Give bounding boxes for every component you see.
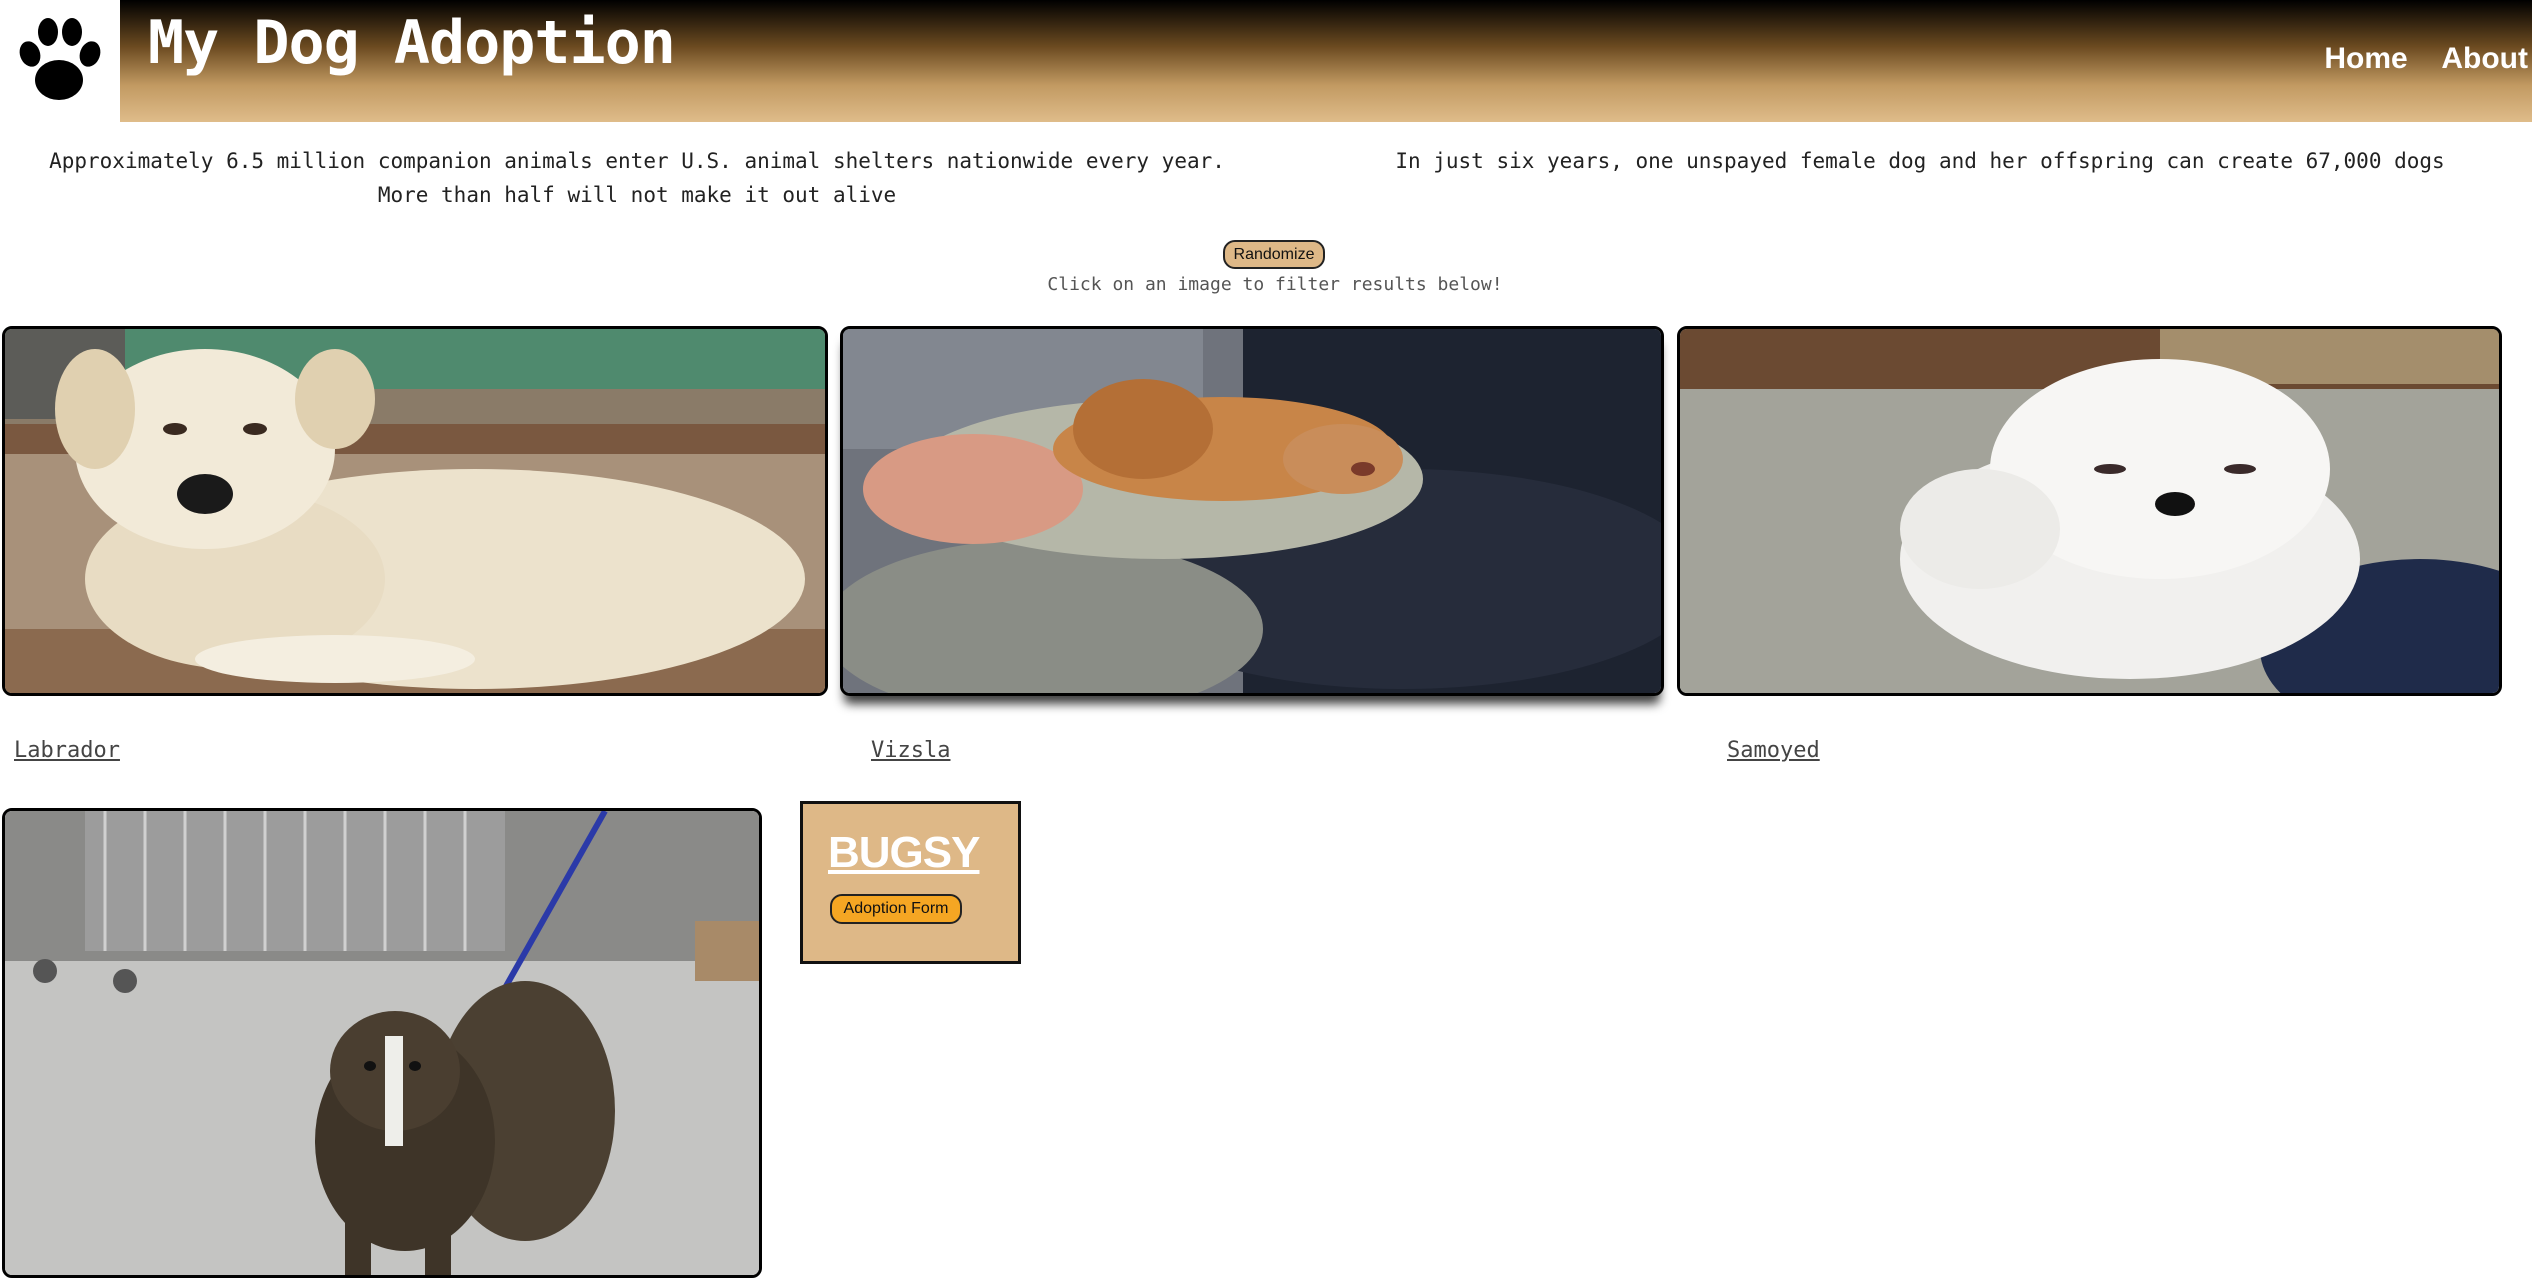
randomize-button[interactable]: Randomize — [1223, 240, 1325, 269]
logo[interactable] — [0, 0, 120, 122]
offspring-fact: In just six years, one unspayed female d… — [1395, 149, 2445, 173]
breed-link-vizsla[interactable]: Vizsla — [871, 738, 950, 763]
nav-home-link[interactable]: Home — [2324, 42, 2407, 75]
breed-link-labrador[interactable]: Labrador — [14, 738, 120, 763]
nav-about-link[interactable]: About — [2441, 42, 2528, 75]
adoption-form-button[interactable]: Adoption Form — [830, 894, 962, 924]
site-title: My Dog Adoption — [148, 8, 676, 78]
vizsla-image[interactable] — [840, 326, 1664, 696]
samoyed-image[interactable] — [1677, 326, 2502, 696]
shelter-fact: Approximately 6.5 million companion anim… — [49, 149, 1225, 207]
bugsy-photo — [2, 808, 762, 1278]
featured-dog-name-link[interactable]: BUGSY — [828, 828, 980, 878]
labrador-image[interactable] — [2, 326, 828, 696]
breed-link-samoyed[interactable]: Samoyed — [1727, 738, 1820, 763]
site-header: My Dog Adoption Home About — [0, 0, 2532, 122]
featured-dog-panel: BUGSY Adoption Form — [800, 801, 1021, 964]
paw-print-icon — [19, 18, 101, 100]
filter-hint: Click on an image to filter results belo… — [1047, 274, 1503, 295]
main-nav: Home About — [2300, 42, 2528, 76]
